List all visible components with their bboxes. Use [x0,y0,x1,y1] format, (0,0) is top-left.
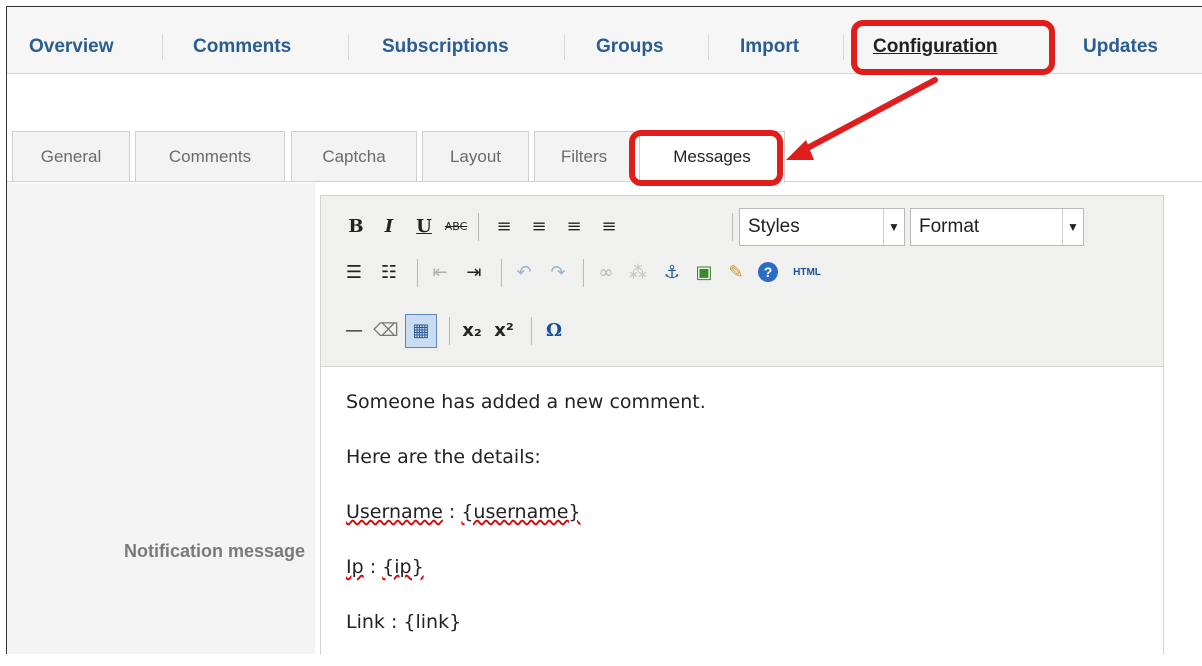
annotation-arrow [786,77,938,160]
